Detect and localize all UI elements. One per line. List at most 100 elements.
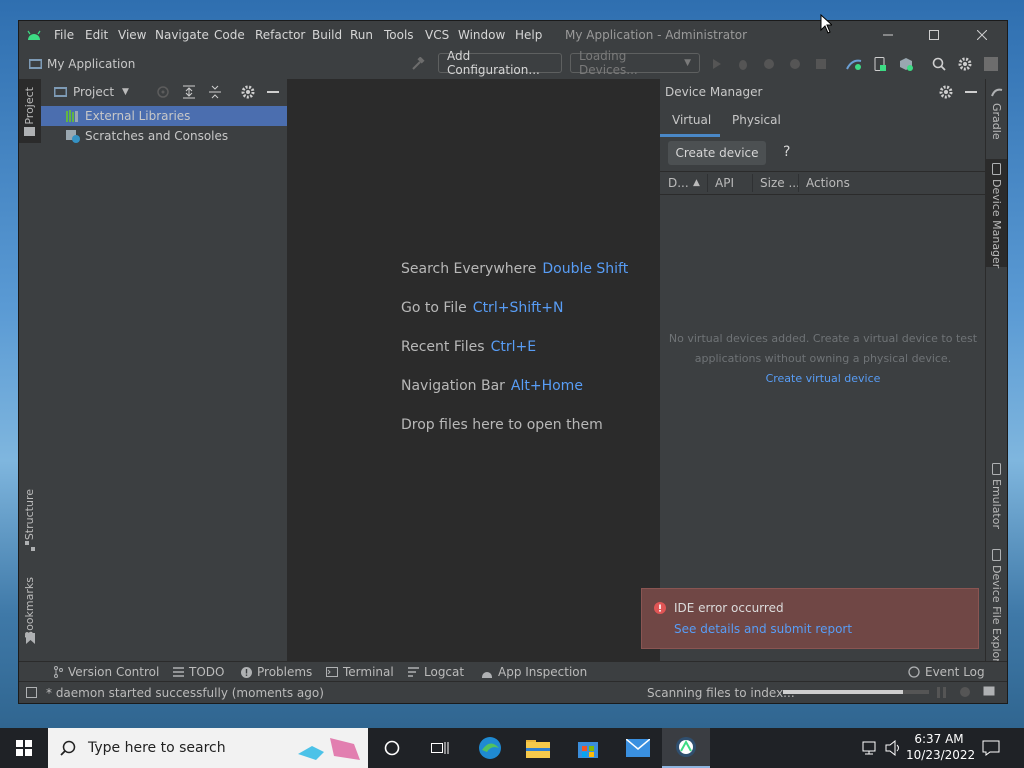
tree-item-external-libraries[interactable]: External Libraries [41, 106, 287, 126]
timeline-button[interactable] [416, 728, 464, 768]
collapse-all-icon[interactable] [208, 85, 222, 99]
tab-version-control[interactable]: Version Control [53, 665, 159, 679]
mail-icon [626, 739, 650, 757]
help-button[interactable]: ? [783, 144, 790, 160]
apply-changes-icon[interactable] [786, 55, 804, 73]
tab-project[interactable]: Project [23, 87, 36, 125]
debug-icon[interactable] [734, 55, 752, 73]
minimize-button[interactable] [865, 21, 911, 49]
breadcrumb[interactable]: My Application [47, 57, 135, 71]
menu-edit[interactable]: Edit [85, 28, 108, 42]
hide-panel-icon[interactable] [267, 91, 279, 93]
column-separator [798, 174, 799, 192]
windows-start-button[interactable] [0, 728, 48, 768]
menu-build[interactable]: Build [312, 28, 342, 42]
expand-all-icon[interactable] [182, 85, 196, 99]
network-icon[interactable] [862, 740, 880, 756]
bottom-tool-bar: Version Control TODO Problems Terminal L… [19, 661, 1007, 682]
profile-icon[interactable] [760, 55, 778, 73]
ide-error-notification[interactable]: IDE error occurred See details and submi… [641, 588, 979, 649]
device-manager-hide-icon[interactable] [965, 91, 977, 93]
tab-device-file-explorer[interactable]: Device File Explorer [990, 565, 1003, 674]
task-view-button[interactable] [368, 728, 416, 768]
pause-icon[interactable] [937, 687, 947, 698]
sort-ascending-icon[interactable]: ▲ [693, 178, 700, 188]
menu-file[interactable]: File [54, 28, 74, 42]
main-toolbar: My Application Add Configuration... Load… [19, 49, 1007, 80]
tab-problems[interactable]: Problems [241, 665, 312, 679]
editor-area[interactable]: Search Everywhere Double Shift Go to File… [288, 79, 658, 669]
sdk-manager-icon[interactable] [897, 55, 915, 73]
android-studio-taskbar-button[interactable] [662, 728, 710, 768]
status-bar: * daemon started successfully (moments a… [19, 681, 1007, 703]
create-virtual-device-link[interactable]: Create virtual device [660, 372, 986, 385]
search-icon[interactable] [930, 55, 948, 73]
indexing-status[interactable]: Scanning files to index... [647, 686, 795, 700]
menu-tools[interactable]: Tools [384, 28, 414, 42]
search-icon [60, 740, 76, 756]
maximize-button[interactable] [911, 21, 957, 49]
menu-code[interactable]: Code [214, 28, 245, 42]
tab-label: Terminal [343, 665, 394, 679]
tab-emulator[interactable]: Emulator [990, 479, 1003, 529]
stop-icon[interactable] [812, 55, 830, 73]
tab-logcat[interactable]: Logcat [408, 665, 464, 679]
notifications-icon[interactable] [983, 686, 995, 698]
tab-bookmarks[interactable]: Bookmarks [23, 577, 36, 638]
create-device-button[interactable]: Create device [668, 141, 766, 165]
column-actions[interactable]: Actions [806, 176, 850, 190]
status-message[interactable]: * daemon started successfully (moments a… [46, 686, 324, 700]
hammer-icon[interactable] [409, 55, 427, 73]
notification-link[interactable]: See details and submit report [674, 622, 852, 636]
tab-virtual[interactable]: Virtual [672, 113, 711, 127]
tab-todo[interactable]: TODO [173, 665, 224, 679]
action-center-icon[interactable] [982, 740, 1000, 756]
column-size[interactable]: Size ... [760, 176, 800, 190]
column-api[interactable]: API [715, 176, 734, 190]
menu-navigate[interactable]: Navigate [155, 28, 209, 42]
tab-structure[interactable]: Structure [23, 489, 36, 540]
edge-app-button[interactable] [466, 728, 514, 768]
run-icon[interactable] [708, 55, 726, 73]
menu-vcs[interactable]: VCS [425, 28, 449, 42]
menu-refactor[interactable]: Refactor [255, 28, 305, 42]
close-button[interactable] [959, 21, 1005, 49]
menu-view[interactable]: View [118, 28, 146, 42]
tree-item-scratches[interactable]: Scratches and Consoles [41, 126, 287, 146]
tab-event-log[interactable]: Event Log [908, 665, 985, 679]
device-manager-gear-icon[interactable] [939, 85, 953, 99]
settings-gear-icon[interactable] [956, 55, 974, 73]
add-configuration-button[interactable]: Add Configuration... [438, 49, 562, 77]
tab-app-inspection[interactable]: App Inspection [481, 665, 587, 679]
memory-indicator-icon[interactable] [959, 686, 971, 698]
avatar-placeholder[interactable] [982, 55, 1000, 73]
hint-search-everywhere: Search Everywhere Double Shift [401, 261, 628, 277]
panel-gear-icon[interactable] [241, 85, 255, 99]
sync-gradle-icon[interactable] [845, 55, 863, 73]
taskbar-search-box[interactable]: Type here to search [48, 728, 368, 768]
menu-help[interactable]: Help [515, 28, 542, 42]
device-manager-toolbar-icon[interactable] [871, 55, 889, 73]
project-view-selector[interactable]: Project [73, 85, 114, 99]
volume-icon[interactable] [885, 740, 903, 756]
tree-item-label: External Libraries [85, 109, 191, 123]
menu-run[interactable]: Run [350, 28, 373, 42]
store-button[interactable] [564, 728, 612, 768]
device-manager-tab-icon [992, 163, 1002, 175]
menu-window[interactable]: Window [458, 28, 505, 42]
device-manager-tab-active[interactable]: Device Manager [986, 159, 1007, 268]
locate-icon[interactable] [156, 85, 170, 99]
info-icon [241, 666, 252, 678]
view-selector-chevron-icon[interactable]: ▼ [122, 87, 129, 97]
device-selector-dropdown[interactable]: Loading Devices... ▼ [570, 49, 700, 77]
column-device[interactable]: D... [668, 176, 689, 190]
toggle-tool-windows-icon[interactable] [26, 687, 37, 698]
project-tab-active[interactable]: Project [19, 79, 41, 143]
tab-gradle[interactable]: Gradle [990, 103, 1003, 140]
mail-button[interactable] [614, 728, 662, 768]
clock[interactable]: 6:37 AM 10/23/2022 [906, 731, 975, 763]
tab-physical[interactable]: Physical [732, 113, 781, 127]
tab-terminal[interactable]: Terminal [326, 665, 394, 679]
file-explorer-button[interactable] [514, 728, 562, 768]
tab-device-manager[interactable]: Device Manager [990, 179, 1003, 268]
